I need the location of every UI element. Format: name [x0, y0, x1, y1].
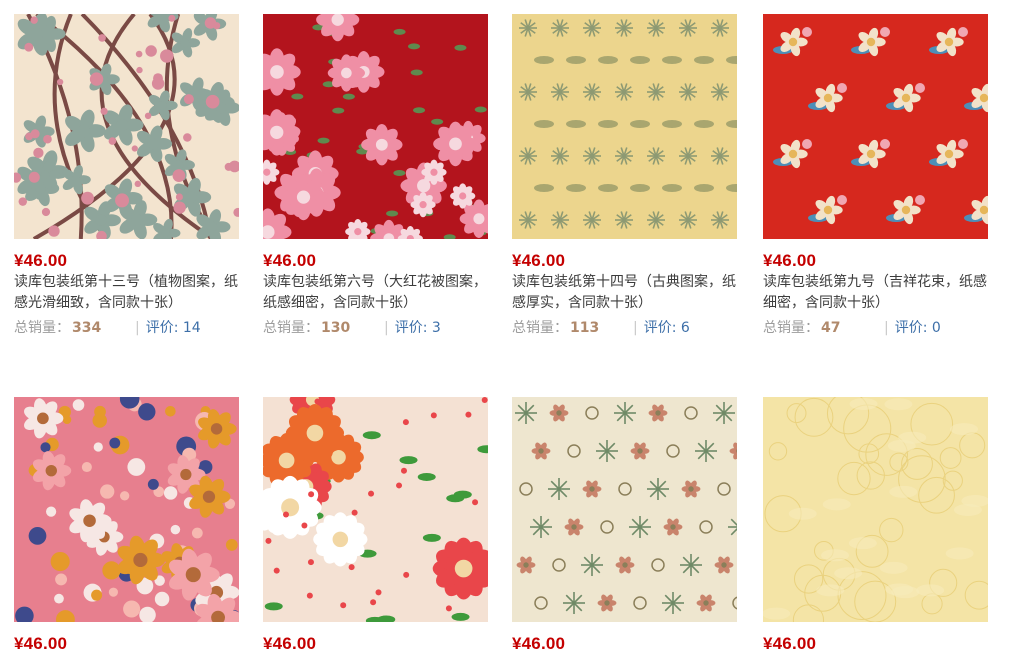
wrapping-paper-pattern: [263, 397, 488, 622]
product-card: ¥46.00: [263, 397, 488, 649]
sales-label: 总销量：: [263, 320, 319, 336]
product-price: ¥46.00: [263, 251, 317, 270]
reviews-link[interactable]: | 评价: 14: [135, 318, 201, 338]
reviews-count: 3: [431, 320, 441, 336]
separator: |: [135, 320, 140, 336]
reviews-count: 0: [931, 320, 941, 336]
product-card: ¥46.00: [512, 397, 737, 649]
product-image[interactable]: [512, 397, 737, 622]
product-card: ¥46.00 读库包装纸第十四号（古典图案，纸感厚实，含同款十张） 总销量： 11…: [512, 14, 737, 338]
sales-label: 总销量：: [763, 320, 819, 336]
reviews-label: 评价:: [894, 320, 932, 336]
product-price: ¥46.00: [263, 634, 317, 649]
product-stats: 总销量： 113 | 评价: 6: [512, 318, 737, 338]
wrapping-paper-pattern: [763, 397, 988, 622]
sales-label: 总销量：: [14, 320, 70, 336]
product-price: ¥46.00: [14, 251, 68, 270]
product-card: ¥46.00: [763, 397, 988, 649]
product-image[interactable]: [263, 14, 488, 239]
product-image[interactable]: [263, 397, 488, 622]
sales-count: 334: [72, 320, 102, 336]
separator: |: [884, 320, 889, 336]
reviews-count: 14: [182, 320, 201, 336]
product-title-link[interactable]: 读库包装纸第九号（吉祥花束，纸感细密，含同款十张）: [763, 272, 988, 314]
reviews-link[interactable]: | 评价: 6: [633, 318, 690, 338]
product-image[interactable]: [512, 14, 737, 239]
product-stats: 总销量： 130 | 评价: 3: [263, 318, 488, 338]
reviews-link[interactable]: | 评价: 0: [884, 318, 941, 338]
product-card: ¥46.00 读库包装纸第六号（大红花被图案，纸感细密，含同款十张） 总销量： 1…: [263, 14, 488, 338]
reviews-label: 评价:: [643, 320, 681, 336]
product-title-link[interactable]: 读库包装纸第十四号（古典图案，纸感厚实，含同款十张）: [512, 272, 737, 314]
product-title-link[interactable]: 读库包装纸第六号（大红花被图案，纸感细密，含同款十张）: [263, 272, 488, 314]
product-title-link[interactable]: 读库包装纸第十三号（植物图案，纸感光滑细致，含同款十张）: [14, 272, 239, 314]
reviews-label: 评价:: [394, 320, 432, 336]
product-price: ¥46.00: [763, 251, 817, 270]
wrapping-paper-pattern: [512, 397, 737, 622]
product-price: ¥46.00: [512, 251, 566, 270]
sales-count: 47: [821, 320, 841, 336]
separator: |: [384, 320, 389, 336]
reviews-link[interactable]: | 评价: 3: [384, 318, 441, 338]
sales-label: 总销量：: [512, 320, 568, 336]
sales-count: 113: [570, 320, 600, 336]
product-image[interactable]: [14, 14, 239, 239]
product-stats: 总销量： 47 | 评价: 0: [763, 318, 988, 338]
sales-count: 130: [321, 320, 351, 336]
product-card: ¥46.00: [14, 397, 239, 649]
product-grid: ¥46.00 读库包装纸第十三号（植物图案，纸感光滑细致，含同款十张） 总销量：…: [0, 0, 1021, 649]
wrapping-paper-pattern: [263, 14, 488, 239]
product-price: ¥46.00: [512, 634, 566, 649]
product-stats: 总销量： 334 | 评价: 14: [14, 318, 239, 338]
reviews-count: 6: [680, 320, 690, 336]
wrapping-paper-pattern: [14, 14, 239, 239]
product-price: ¥46.00: [14, 634, 68, 649]
product-image[interactable]: [763, 14, 988, 239]
product-image[interactable]: [763, 397, 988, 622]
wrapping-paper-pattern: [14, 397, 239, 622]
product-image[interactable]: [14, 397, 239, 622]
reviews-label: 评价:: [145, 320, 183, 336]
product-price: ¥46.00: [763, 634, 817, 649]
separator: |: [633, 320, 638, 336]
wrapping-paper-pattern: [512, 14, 737, 239]
product-card: ¥46.00 读库包装纸第九号（吉祥花束，纸感细密，含同款十张） 总销量： 47 …: [763, 14, 988, 338]
product-card: ¥46.00 读库包装纸第十三号（植物图案，纸感光滑细致，含同款十张） 总销量：…: [14, 14, 239, 338]
wrapping-paper-pattern: [763, 14, 988, 239]
